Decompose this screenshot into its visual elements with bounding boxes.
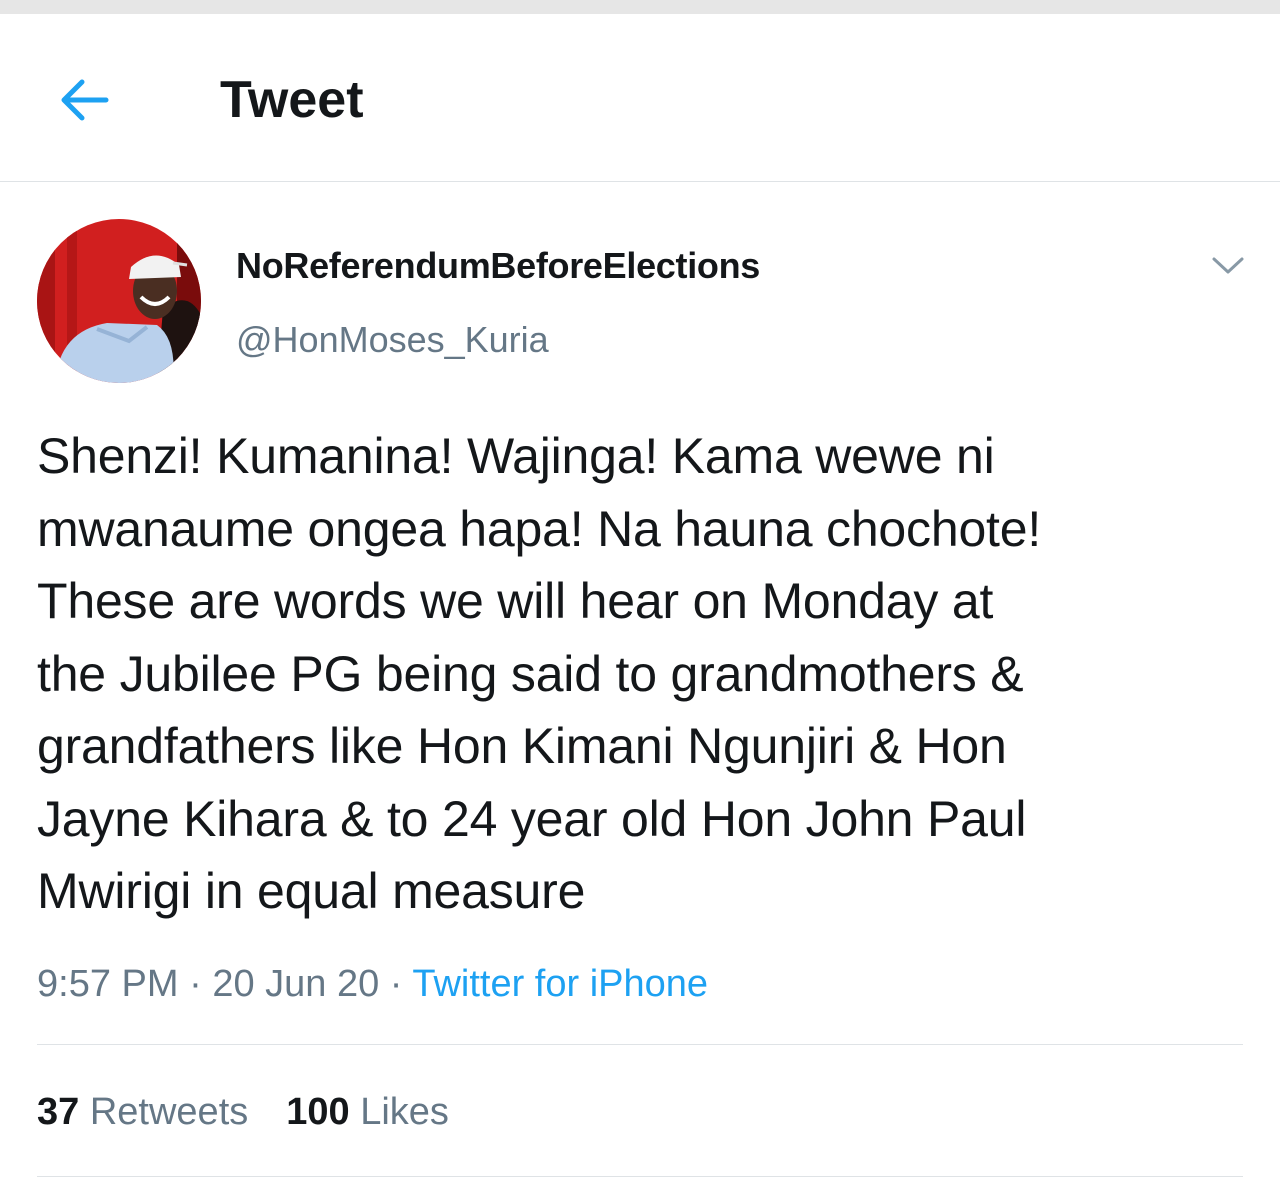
- tweet-source-link[interactable]: Twitter for iPhone: [412, 963, 708, 1005]
- meta-separator: ·: [189, 963, 202, 1005]
- tweet-text: Shenzi! Kumanina! Wajinga! Kama wewe ni …: [37, 428, 1042, 919]
- page-title: Tweet: [220, 71, 364, 129]
- user-handle[interactable]: @HonMoses_Kuria: [236, 316, 549, 364]
- likes-stat[interactable]: 100 Likes: [286, 1091, 449, 1133]
- tweet-meta: 9:57 PM · 20 Jun 20 · Twitter for iPhone: [37, 960, 1252, 1008]
- divider: [37, 1044, 1243, 1045]
- status-bar: [0, 0, 1280, 14]
- tweet-date: 20 Jun 20: [212, 963, 380, 1005]
- retweets-count: 37: [37, 1091, 80, 1133]
- likes-label: Likes: [360, 1091, 449, 1133]
- retweets-stat[interactable]: 37 Retweets: [37, 1091, 248, 1133]
- meta-separator: ·: [389, 963, 403, 1005]
- back-button[interactable]: [52, 72, 116, 128]
- display-name[interactable]: NoReferendumBeforeElections: [236, 242, 760, 290]
- divider: [37, 1176, 1243, 1177]
- chevron-down-icon: [1212, 257, 1244, 274]
- arrow-left-icon: [61, 79, 109, 121]
- avatar[interactable]: [37, 219, 201, 383]
- tweet-time: 9:57 PM: [37, 963, 179, 1005]
- profile-photo: [37, 219, 201, 383]
- retweets-label: Retweets: [89, 1091, 249, 1133]
- likes-count: 100: [286, 1091, 350, 1133]
- tweet-detail-screen: Tweet NoReferendumBeforeElections @HonMo…: [0, 0, 1280, 1198]
- tweet-stats: 37 Retweets 100 Likes: [37, 1088, 449, 1136]
- more-options-button[interactable]: [1206, 246, 1250, 286]
- top-app-bar: Tweet: [0, 14, 1280, 182]
